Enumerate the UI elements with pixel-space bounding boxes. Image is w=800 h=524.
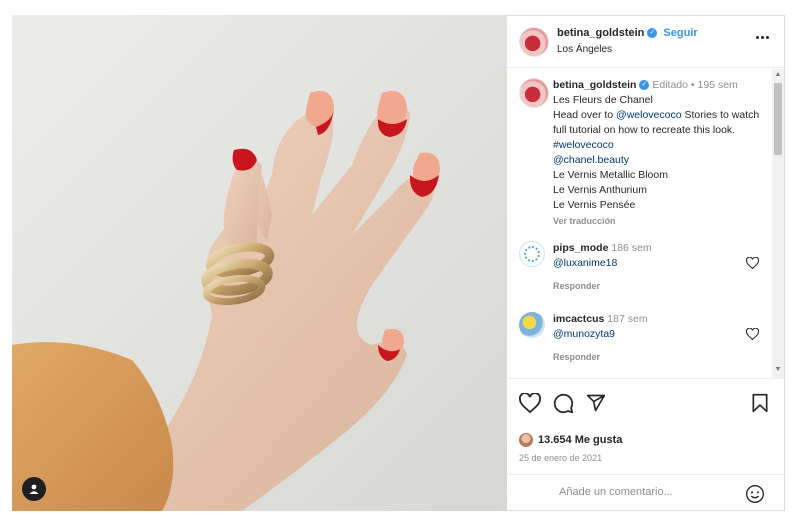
more-icon[interactable] [756,36,769,39]
comment-mention[interactable]: @luxanime18 [553,257,617,269]
caption-product-3: Le Vernis Pensée [553,199,636,211]
caption-product-1: Le Vernis Metallic Bloom [553,169,668,181]
post-actions: 13.654 Me gusta 25 de enero de 2021 [507,378,785,512]
share-icon[interactable] [586,393,606,413]
caption-product-2: Le Vernis Anthurium [553,184,647,196]
verified-icon: ✓ [647,28,658,39]
comment-age: 186 sem [611,242,652,254]
caption-age: 195 sem [697,79,738,91]
translate-link[interactable]: Ver traducción [553,214,768,229]
heart-icon[interactable] [519,393,541,413]
comment-composer [507,474,785,513]
likes-count[interactable]: 13.654 Me gusta [519,433,622,447]
liker-avatar [519,433,533,447]
follow-button[interactable]: Seguir [663,27,697,39]
comment-age: 187 sem [607,313,648,325]
author-username[interactable]: betina_goldstein [557,27,644,39]
hand-illustration [12,15,507,511]
caption-text-a: Head over to [553,109,614,121]
comment-username[interactable]: imcactcus [553,313,604,325]
scrollbar-thumb[interactable] [774,83,782,155]
comment-mention[interactable]: @munozyta9 [553,328,615,340]
comment-input[interactable] [557,485,741,499]
hashtag-welovecoco[interactable]: #welovecoco [553,139,614,151]
commenter-avatar[interactable] [519,312,545,338]
author-row: betina_goldstein ✓ Seguir [557,27,698,39]
author-avatar[interactable] [519,27,549,57]
comments-list[interactable]: betina_goldstein ✓ Editado • 195 sem Les … [507,68,785,378]
verified-icon: ✓ [639,80,650,91]
comment-username[interactable]: pips_mode [553,242,608,254]
post-date: 25 de enero de 2021 [519,453,603,463]
post-header: betina_goldstein ✓ Seguir Los Ángeles [507,15,785,68]
mention-chanel-beauty[interactable]: @chanel.beauty [553,154,629,166]
caption-avatar[interactable] [519,78,549,108]
likes-text: 13.654 Me gusta [538,434,623,446]
separator: • [690,79,695,91]
heart-icon[interactable] [746,328,759,340]
heart-icon[interactable] [746,257,759,269]
comment-icon[interactable] [553,393,574,414]
edited-label: Editado [652,79,688,91]
reply-button[interactable]: Responder [553,350,743,365]
emoji-icon[interactable] [745,484,765,504]
caption-username[interactable]: betina_goldstein [553,79,636,91]
bookmark-icon[interactable] [751,393,769,413]
user-tag-icon[interactable] [22,477,46,501]
post-photo[interactable] [12,15,507,511]
caption-title: Les Fleurs de Chanel [553,94,653,106]
mention-welovecoco[interactable]: @welovecoco [616,109,682,121]
commenter-avatar[interactable] [519,241,545,267]
scroll-up-arrow-icon[interactable]: ▲ [772,71,784,81]
scroll-down-arrow-icon[interactable]: ▼ [772,366,784,376]
reply-button[interactable]: Responder [553,279,743,294]
post-side-panel: betina_goldstein ✓ Seguir Los Ángeles beti… [507,15,785,511]
location-link[interactable]: Los Ángeles [557,44,612,55]
